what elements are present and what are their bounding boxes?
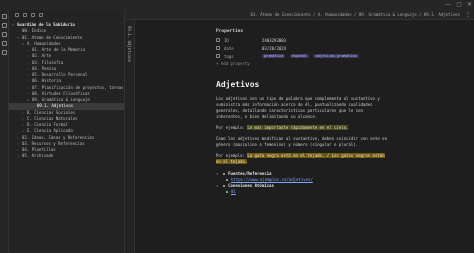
tag-pill[interactable]: español: [289, 54, 310, 58]
sidebar-item-label: 00. Índice: [22, 28, 47, 34]
sidebar-item-label: 03. Filosofía: [32, 59, 64, 65]
file-explorer: ▾ Guardián de la Sabiduría 00. Índice ▾ 01. …: [9, 10, 125, 253]
new-folder-icon[interactable]: [23, 13, 27, 17]
sidebar-item-label: 02. Ideas, Ideas y Referencias: [22, 134, 95, 140]
minimize-icon[interactable]: —: [445, 1, 451, 9]
sidebar-item-label: E. Ciencia Aplicada: [27, 128, 73, 134]
example-prefix: Por ejemplo:: [216, 153, 248, 158]
sidebar-item-label: 01. Atomo de Conocimiento: [22, 34, 83, 40]
graph-icon[interactable]: [1, 32, 7, 37]
calendar-icon: [216, 46, 220, 50]
chevron-down-icon[interactable]: ▾: [216, 171, 218, 177]
tag-icon: [216, 54, 220, 58]
collapse-icon[interactable]: [39, 13, 43, 17]
property-value[interactable]: 03/28/2024: [262, 46, 286, 51]
sidebar-item-label: 05. Desarrollo Personal: [32, 72, 88, 77]
add-property-button[interactable]: + Add property: [216, 60, 391, 68]
sidebar-item-label: 02. Arte: [32, 53, 52, 59]
title-bar: — ▢ ✕: [0, 0, 474, 10]
bullet-icon: [226, 179, 228, 181]
note-document: Properties ID 2403293003 date 03/28/2024…: [216, 28, 391, 195]
close-icon[interactable]: ✕: [467, 1, 472, 9]
window-controls: — ▢ ✕: [445, 1, 472, 9]
paragraph-example-1: Por ejemplo: Lo más importante rápidamen…: [216, 125, 391, 131]
tags-list: gramática español adjetivos_gramática: [262, 53, 361, 59]
sidebar-item-label: D. Ciencia Formal: [27, 122, 68, 127]
sidebar-item-label: 08. Virtudes Filosóficas: [32, 90, 90, 96]
internal-link[interactable]: 01: [231, 189, 236, 195]
search-icon[interactable]: [1, 23, 7, 28]
sidebar-item-label: 01. Arte de la Memoria: [32, 47, 85, 52]
editor-pane: Properties ID 2403293003 date 03/28/2024…: [136, 20, 474, 253]
sidebar-item-label: 06. Historia: [32, 78, 61, 84]
paragraph-example-2: Por ejemplo: La gata negra está en el te…: [216, 153, 391, 165]
note-title: Adjetivos: [216, 80, 260, 89]
properties-title: Properties: [216, 29, 244, 34]
tag-pill[interactable]: adjetivos_gramática: [313, 54, 359, 58]
sidebar-item-label: 05. Archivado: [22, 153, 54, 159]
new-note-icon[interactable]: [15, 13, 19, 17]
bullet-icon: [223, 185, 226, 187]
vertical-tab[interactable]: 09.1. Adjetivos: [125, 20, 135, 253]
sidebar-item-label: B. Ciencias Sociales: [27, 109, 76, 115]
property-value[interactable]: 2403293003: [262, 38, 286, 43]
property-key: tags: [224, 53, 234, 59]
bullet-icon: [226, 191, 228, 193]
sidebar-item-label: A. Humanidades: [27, 40, 61, 46]
sidebar-item[interactable]: › 05. Archivado: [9, 153, 124, 159]
file-tree: ▾ Guardián de la Sabiduría 00. Índice ▾ 01. …: [9, 20, 124, 160]
property-key: ID: [224, 37, 229, 43]
files-icon[interactable]: [1, 14, 7, 19]
example-prefix: Por ejemplo:: [216, 125, 248, 130]
tab-bar: 01. Átomo de Conocimiento / A. Humanidad…: [125, 10, 474, 20]
property-row-tags[interactable]: tags gramática español adjetivos_gramáti…: [216, 52, 391, 60]
sidebar-item-label: 09. Gramática & Lenguaje: [32, 97, 90, 102]
sidebar-item-label: 07. Planificación de proyectos, tareas, …: [32, 84, 124, 90]
sidebar-item-label: 09.1. Adjetivos: [37, 103, 74, 109]
sidebar-item-label: 03. Recursos y Referencias: [22, 140, 85, 146]
highlighted-example: Lo más importante rápidamente en el ciel…: [247, 125, 349, 130]
calendar-icon[interactable]: [1, 41, 7, 46]
sidebar-item-label: Guardián de la Sabiduría: [17, 22, 75, 27]
paragraph-agreement: Como los adjetivos modifican al sustanti…: [216, 136, 387, 147]
id-icon: [216, 38, 220, 42]
more-options-icon[interactable]: ⋮: [465, 10, 471, 20]
explorer-toolbar: [9, 10, 124, 20]
property-key: date: [224, 45, 234, 51]
command-icon[interactable]: [1, 50, 7, 55]
paragraph-definition: Los adjetivos son un tipo de palabra que…: [216, 96, 380, 119]
ribbon: [0, 10, 9, 253]
list-item: 01: [216, 189, 391, 195]
breadcrumb[interactable]: 01. Átomo de Conocimiento / A. Humanidad…: [250, 10, 460, 20]
maximize-icon[interactable]: ▢: [456, 1, 462, 9]
sidebar-item-label: 04. Poesía: [32, 65, 57, 71]
sort-icon[interactable]: [31, 13, 35, 17]
references-section: ▾ Fuentes/Referencia https://www.ejemplo…: [216, 171, 391, 195]
sidebar-item-label: 04. Plantillas: [22, 147, 56, 152]
chevron-down-icon[interactable]: ▾: [216, 183, 218, 189]
tag-pill[interactable]: gramática: [262, 54, 286, 58]
property-row-date[interactable]: date 03/28/2024: [216, 44, 391, 52]
vertical-tab-label: 09.1. Adjetivos: [127, 26, 132, 63]
property-row-id[interactable]: ID 2403293003: [216, 36, 391, 44]
sidebar-item-label: C. Ciencias Naturales: [27, 115, 78, 121]
bullet-icon: [223, 173, 226, 175]
